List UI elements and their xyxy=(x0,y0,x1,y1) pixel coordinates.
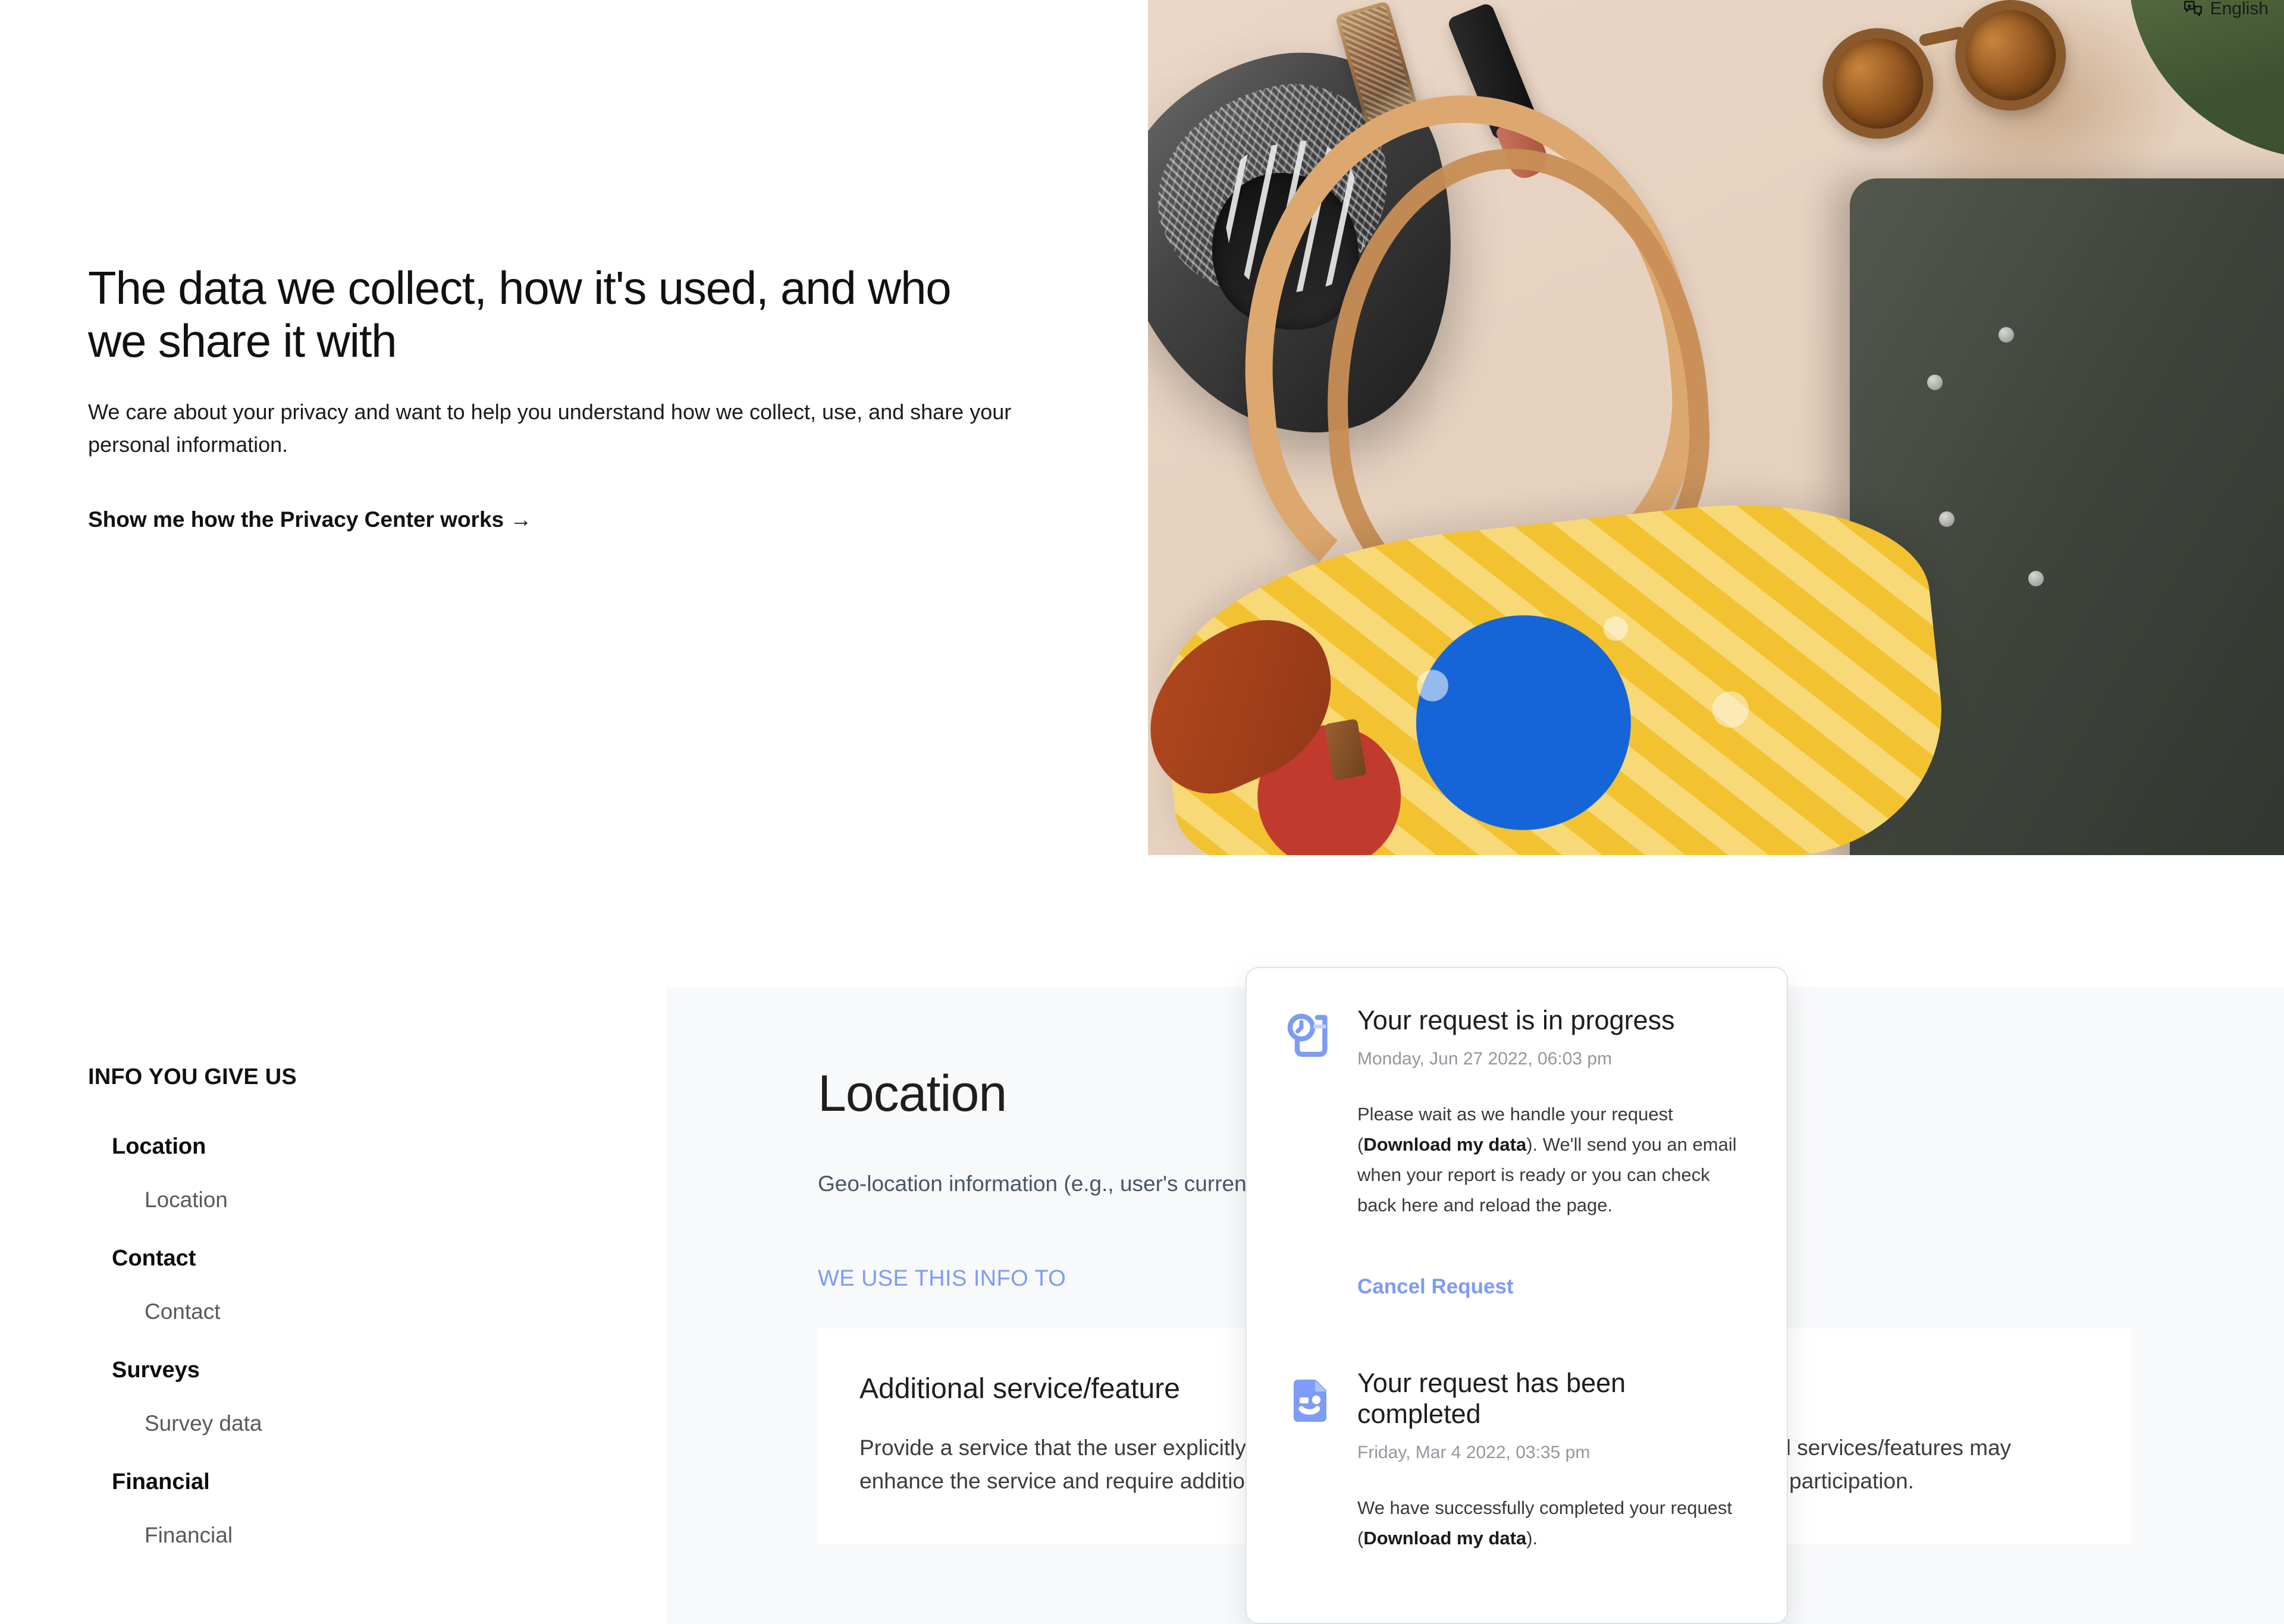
clock-document-icon xyxy=(1285,1005,1337,1220)
sidebar-item-location-label: Location xyxy=(145,1188,228,1212)
sidebar-item-survey-data-label: Survey data xyxy=(145,1411,262,1435)
sidebar-item-location[interactable]: Location xyxy=(145,1188,623,1212)
request-status-dropdown: Your request is in progress Monday, Jun … xyxy=(1245,967,1788,1624)
bag-stud xyxy=(1939,511,1954,527)
sidebar-heading: INFO YOU GIVE US xyxy=(88,1064,297,1089)
sidebar-item-financial-label: Financial xyxy=(145,1523,233,1547)
body-bold: Download my data xyxy=(1363,1133,1527,1155)
hero-title: The data we collect, how it's used, and … xyxy=(88,262,952,367)
sidebar-item-financial[interactable]: Financial xyxy=(145,1523,623,1548)
sunglasses-image xyxy=(1809,0,2111,158)
request-in-progress-date: Monday, Jun 27 2022, 06:03 pm xyxy=(1357,1048,1612,1069)
hero-subtitle: We care about your privacy and want to h… xyxy=(88,399,1012,457)
sidebar-group-location[interactable]: Location xyxy=(112,1134,623,1160)
request-completed-date: Friday, Mar 4 2022, 03:35 pm xyxy=(1357,1442,1590,1462)
sidebar-group-surveys[interactable]: Surveys xyxy=(112,1358,623,1383)
sidebar-group-surveys-label: Surveys xyxy=(112,1358,200,1383)
request-entry-in-progress: Your request is in progress Monday, Jun … xyxy=(1285,1005,1749,1220)
request-entry-completed: Your request has been completed Friday, … xyxy=(1285,1368,1749,1553)
sidebar-group-financial-label: Financial xyxy=(112,1469,210,1494)
main-navigation-bar: ESHOPIT WORLD'S LARGEST E-COMMERCE COMPA… xyxy=(0,855,2284,987)
sidebar-item-contact[interactable]: Contact xyxy=(145,1299,623,1324)
translate-icon xyxy=(2183,0,2203,18)
leaf-decoration xyxy=(2095,0,2284,156)
bag-stud xyxy=(1927,375,1943,390)
language-selector[interactable]: English xyxy=(2183,0,2269,19)
sunglasses-right-lens xyxy=(1945,0,2076,121)
sidebar-item-survey-data[interactable]: Survey data xyxy=(145,1411,623,1436)
data-category-sidebar: INFO YOU GIVE US Location Location Conta… xyxy=(88,1064,623,1581)
sidebar-item-contact-label: Contact xyxy=(145,1299,221,1324)
body-suffix: ). xyxy=(1526,1527,1538,1548)
sidebar-group-contact-label: Contact xyxy=(112,1246,196,1271)
hero-product-flatlay-image: English xyxy=(1148,0,2284,855)
request-completed-title: Your request has been completed xyxy=(1357,1368,1626,1430)
body-bold: Download my data xyxy=(1363,1527,1527,1548)
sidebar-group-contact[interactable]: Contact xyxy=(112,1246,623,1271)
bag-stud xyxy=(2028,571,2044,586)
bag-stud xyxy=(1999,327,2014,343)
request-completed-body: We have successfully completed your requ… xyxy=(1357,1493,1749,1553)
privacy-center-page: English The data we collect, how it's us… xyxy=(0,0,2284,1624)
request-in-progress-title: Your request is in progress xyxy=(1357,1005,1675,1035)
sidebar-group-location-label: Location xyxy=(112,1134,206,1159)
hero-text-block: The data we collect, how it's used, and … xyxy=(88,262,1087,532)
request-in-progress-body: Please wait as we handle your request (D… xyxy=(1357,1099,1749,1221)
cancel-request-link[interactable]: Cancel Request xyxy=(1357,1275,1749,1299)
privacy-center-tour-link[interactable]: Show me how the Privacy Center works → xyxy=(88,507,532,532)
hero-section: English The data we collect, how it's us… xyxy=(0,0,2284,855)
request-entry-divider xyxy=(1285,1299,1749,1368)
sidebar-group-financial[interactable]: Financial xyxy=(112,1469,623,1495)
document-smile-icon xyxy=(1285,1368,1337,1553)
language-label: English xyxy=(2210,0,2269,18)
